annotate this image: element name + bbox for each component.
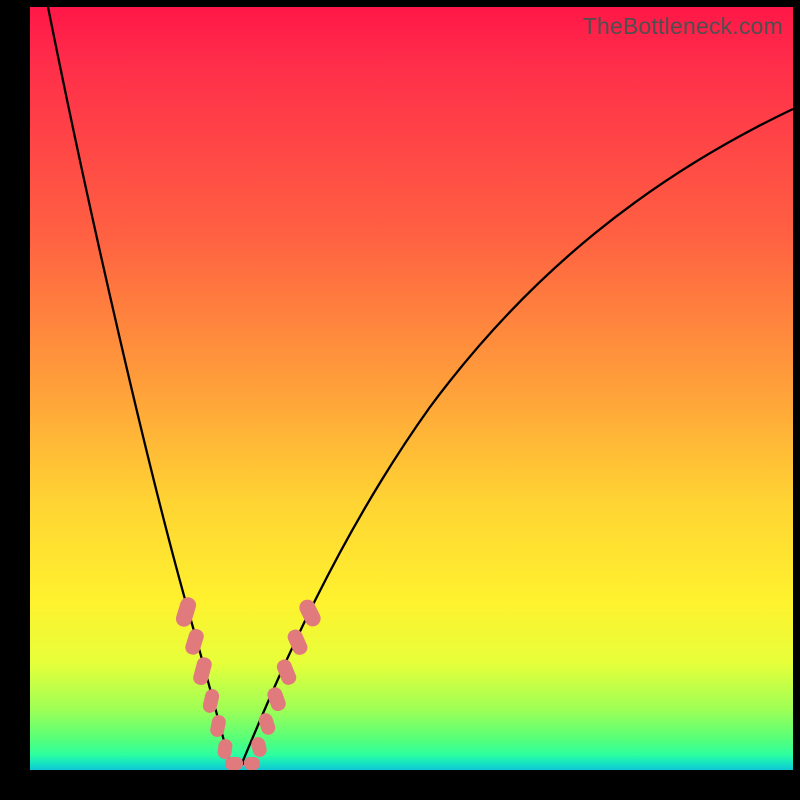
bead [174, 595, 198, 628]
bead [244, 757, 260, 770]
bead [192, 656, 214, 687]
plot-area: TheBottleneck.com [30, 7, 793, 770]
bead [265, 685, 287, 713]
bottleneck-curve [30, 7, 793, 770]
bead [209, 714, 227, 738]
bead [257, 711, 277, 736]
bead [184, 627, 206, 656]
bead-cluster [174, 595, 323, 770]
bead [275, 657, 299, 687]
bead [297, 597, 324, 629]
curve-left-branch [48, 7, 230, 763]
bead [201, 688, 220, 715]
bead [225, 757, 243, 770]
chart-frame: TheBottleneck.com [0, 0, 800, 800]
curve-right-branch [242, 109, 793, 763]
bead [217, 738, 234, 760]
